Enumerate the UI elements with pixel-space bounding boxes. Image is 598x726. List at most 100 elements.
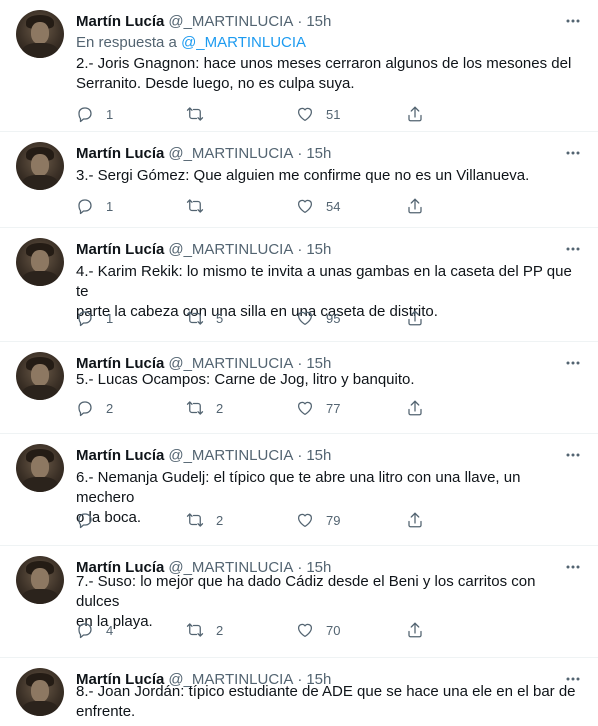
more-icon[interactable] xyxy=(562,10,584,32)
author-handle[interactable]: @_MARTINLUCIA xyxy=(168,13,293,30)
retweet-button[interactable]: 2 xyxy=(186,620,296,640)
author-name[interactable]: Martín Lucía xyxy=(76,355,164,372)
more-icon[interactable] xyxy=(562,238,584,260)
more-icon[interactable] xyxy=(562,444,584,466)
tweet[interactable]: Martín Lucía @_MARTINLUCIA · 15h 8.- Joa… xyxy=(0,658,598,726)
heart-icon xyxy=(297,513,313,528)
more-icon[interactable] xyxy=(562,142,584,164)
separator-dot: · xyxy=(297,354,303,372)
like-button[interactable]: 54 xyxy=(296,196,406,216)
reply-icon xyxy=(78,513,92,529)
avatar[interactable] xyxy=(16,668,64,716)
separator-dot: · xyxy=(297,446,303,464)
share-button[interactable] xyxy=(406,398,426,418)
tweet[interactable]: Martín Lucía @_MARTINLUCIA · 15h 7.- Sus… xyxy=(0,546,598,658)
author-name[interactable]: Martín Lucía xyxy=(76,447,164,464)
tweet-actions: 1 54 xyxy=(76,196,516,216)
share-button[interactable] xyxy=(406,104,426,124)
reply-button[interactable]: 1 xyxy=(76,104,186,124)
timestamp[interactable]: 15h xyxy=(306,145,331,162)
retweet-icon xyxy=(186,107,204,121)
retweet-button[interactable] xyxy=(186,104,296,124)
like-count: 77 xyxy=(326,400,341,416)
tweet-text-line: 6.- Nemanja Gudelj: el típico que te abr… xyxy=(76,469,521,506)
separator-dot: · xyxy=(297,144,303,162)
author-handle[interactable]: @_MARTINLUCIA xyxy=(168,241,293,258)
timestamp[interactable]: 15h xyxy=(306,355,331,372)
avatar[interactable] xyxy=(16,556,64,604)
avatar[interactable] xyxy=(16,444,64,492)
tweet-text-line: enfrente. xyxy=(76,703,136,720)
share-button[interactable] xyxy=(406,620,426,640)
like-button[interactable]: 95 xyxy=(296,308,406,328)
timestamp[interactable]: 15h xyxy=(306,447,331,464)
reply-count: 2 xyxy=(106,400,114,416)
tweet-thread: Martín Lucía @_MARTINLUCIA · 15h En resp… xyxy=(0,0,598,726)
like-count: 70 xyxy=(326,622,341,638)
retweet-count: 2 xyxy=(216,400,224,416)
tweet-actions: 1 5 95 xyxy=(76,308,516,328)
timestamp[interactable]: 15h xyxy=(306,241,331,258)
share-button[interactable] xyxy=(406,196,426,216)
reply-mention-link[interactable]: @_MARTINLUCIA xyxy=(181,34,306,51)
avatar[interactable] xyxy=(16,238,64,286)
retweet-icon xyxy=(186,311,204,325)
like-count: 54 xyxy=(326,198,341,214)
reply-count: 1 xyxy=(106,106,114,122)
author-name[interactable]: Martín Lucía xyxy=(76,13,164,30)
heart-icon xyxy=(297,311,313,326)
tweet[interactable]: Martín Lucía @_MARTINLUCIA · 15h 4.- Kar… xyxy=(0,228,598,342)
tweet-text-line: 5.- Lucas Ocampos: Carne de Jog, litro y… xyxy=(76,371,415,388)
reply-context: En respuesta a @_MARTINLUCIA xyxy=(76,34,306,51)
reply-button[interactable]: 2 xyxy=(76,398,186,418)
reply-count: 4 xyxy=(106,622,114,638)
retweet-button[interactable]: 2 xyxy=(186,398,296,418)
like-button[interactable]: 51 xyxy=(296,104,406,124)
retweet-count: 5 xyxy=(216,310,224,326)
share-button[interactable] xyxy=(406,308,426,328)
reply-count: 1 xyxy=(106,198,114,214)
like-button[interactable]: 79 xyxy=(296,510,406,530)
like-count: 95 xyxy=(326,310,341,326)
share-icon xyxy=(408,310,422,326)
share-icon xyxy=(408,512,422,528)
avatar[interactable] xyxy=(16,10,64,58)
reply-button[interactable]: 1 xyxy=(76,196,186,216)
timestamp[interactable]: 15h xyxy=(306,13,331,30)
tweet[interactable]: Martín Lucía @_MARTINLUCIA · 15h 6.- Nem… xyxy=(0,434,598,546)
author-handle[interactable]: @_MARTINLUCIA xyxy=(168,355,293,372)
reply-button[interactable] xyxy=(76,510,186,530)
like-button[interactable]: 70 xyxy=(296,620,406,640)
avatar[interactable] xyxy=(16,352,64,400)
tweet[interactable]: Martín Lucía @_MARTINLUCIA · 15h En resp… xyxy=(0,0,598,132)
retweet-button[interactable]: 5 xyxy=(186,308,296,328)
reply-icon xyxy=(78,311,92,327)
tweet-text-line: 7.- Suso: lo mejor que ha dado Cádiz des… xyxy=(76,573,536,610)
retweet-icon xyxy=(186,623,204,637)
separator-dot: · xyxy=(297,240,303,258)
tweet-text-line: 2.- Joris Gnagnon: hace unos meses cerra… xyxy=(76,55,572,72)
reply-button[interactable]: 4 xyxy=(76,620,186,640)
retweet-icon xyxy=(186,513,204,527)
tweet-header: Martín Lucía @_MARTINLUCIA · 15h xyxy=(76,240,331,258)
retweet-button[interactable] xyxy=(186,196,296,216)
separator-dot: · xyxy=(297,12,303,30)
author-handle[interactable]: @_MARTINLUCIA xyxy=(168,145,293,162)
like-count: 79 xyxy=(326,512,341,528)
share-icon xyxy=(408,622,422,638)
tweet-text-line: 3.- Sergi Gómez: Que alguien me confirme… xyxy=(76,167,530,184)
author-handle[interactable]: @_MARTINLUCIA xyxy=(168,447,293,464)
author-name[interactable]: Martín Lucía xyxy=(76,145,164,162)
tweet[interactable]: Martín Lucía @_MARTINLUCIA · 15h 3.- Ser… xyxy=(0,132,598,228)
like-button[interactable]: 77 xyxy=(296,398,406,418)
heart-icon xyxy=(297,401,313,416)
heart-icon xyxy=(297,623,313,638)
author-name[interactable]: Martín Lucía xyxy=(76,241,164,258)
avatar[interactable] xyxy=(16,142,64,190)
reply-button[interactable]: 1 xyxy=(76,308,186,328)
tweet-header: Martín Lucía @_MARTINLUCIA · 15h xyxy=(76,12,331,30)
heart-icon xyxy=(297,107,313,122)
share-button[interactable] xyxy=(406,510,426,530)
retweet-button[interactable]: 2 xyxy=(186,510,296,530)
tweet[interactable]: Martín Lucía @_MARTINLUCIA · 15h 5.- Luc… xyxy=(0,342,598,434)
